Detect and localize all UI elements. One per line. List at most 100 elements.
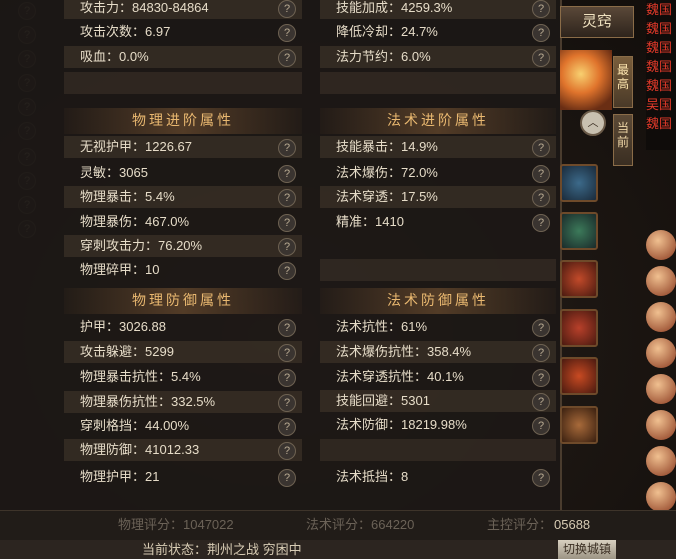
help-icon[interactable]: ? <box>532 189 550 207</box>
stat-label: 穿刺格挡：44.00% <box>80 418 190 433</box>
stat-row: 精准：1410 ? <box>320 211 556 233</box>
empty-row <box>320 72 556 94</box>
server-item[interactable]: 吴国 <box>646 95 676 114</box>
stat-label: 攻击次数：6.97 <box>80 24 171 39</box>
help-icon[interactable]: ? <box>278 344 296 362</box>
help-icon[interactable]: ? <box>532 469 550 487</box>
stat-row: 攻击力：84830-84864 ? <box>64 0 302 19</box>
skill-icon[interactable] <box>560 309 598 347</box>
stat-label: 技能暴击：14.9% <box>336 139 438 154</box>
switch-city-button[interactable]: 切换城镇 <box>558 540 616 559</box>
stat-row: 降低冷却：24.7% ? <box>320 21 556 43</box>
empty-row <box>320 439 556 461</box>
stat-label: 无视护甲：1226.67 <box>80 139 192 154</box>
help-icon[interactable]: ? <box>278 24 296 42</box>
help-icon[interactable]: ? <box>278 214 296 232</box>
help-icon[interactable]: ? <box>278 319 296 337</box>
help-icon[interactable]: ? <box>278 418 296 436</box>
tab-current[interactable]: 当前 <box>613 114 633 166</box>
stat-row: 攻击躲避：5299 ? <box>64 341 302 363</box>
stat-row: 灵敏：3065 ? <box>64 162 302 184</box>
help-icon[interactable]: ? <box>532 319 550 337</box>
server-item[interactable]: 魏国 <box>646 19 676 38</box>
help-icon[interactable]: ? <box>278 394 296 412</box>
help-icon[interactable]: ? <box>278 165 296 183</box>
help-icon[interactable]: ? <box>532 393 550 411</box>
skill-icon[interactable] <box>560 260 598 298</box>
stat-label: 攻击躲避：5299 <box>80 344 174 359</box>
stat-label: 穿刺攻击力：76.20% <box>80 238 203 253</box>
help-icon[interactable]: ? <box>278 262 296 280</box>
stat-label: 法术抗性：61% <box>336 319 428 334</box>
stat-row: 技能回避：5301 ? <box>320 390 556 412</box>
skill-icon[interactable] <box>560 406 598 444</box>
attribute-panel: 攻击力：84830-84864 ? 攻击次数：6.97 ? 吸血：0.0% ? … <box>0 0 562 510</box>
chevron-up-icon[interactable]: ︿ <box>580 110 606 136</box>
stat-row: 物理暴伤抗性：332.5% ? <box>64 391 302 413</box>
avatar[interactable] <box>646 482 676 512</box>
help-icon[interactable]: ? <box>278 238 296 256</box>
stat-label: 法术穿透抗性：40.1% <box>336 369 464 384</box>
help-icon[interactable]: ? <box>532 344 550 362</box>
physical-power: 物理评分：1047022 <box>118 517 234 532</box>
avatar[interactable] <box>646 266 676 296</box>
help-icon[interactable]: ? <box>278 442 296 460</box>
stat-row: 穿刺攻击力：76.20% ? <box>64 235 302 257</box>
help-icon[interactable]: ? <box>532 24 550 42</box>
stat-label: 法术防御：18219.98% <box>336 417 467 432</box>
stat-row: 法术爆伤：72.0% ? <box>320 162 556 184</box>
help-icon[interactable]: ? <box>532 49 550 67</box>
stat-label: 物理暴击抗性：5.4% <box>80 369 201 384</box>
help-icon[interactable]: ? <box>278 369 296 387</box>
stat-row: 法术穿透：17.5% ? <box>320 186 556 208</box>
stat-label: 物理防御：41012.33 <box>80 442 200 457</box>
player-avatar-list <box>646 230 676 518</box>
help-icon[interactable]: ? <box>532 417 550 435</box>
server-item[interactable]: 魏国 <box>646 57 676 76</box>
stat-label: 物理碎甲：10 <box>80 262 160 277</box>
avatar[interactable] <box>646 338 676 368</box>
help-icon[interactable]: ? <box>278 49 296 67</box>
avatar[interactable] <box>646 374 676 404</box>
help-icon[interactable]: ? <box>532 214 550 232</box>
avatar[interactable] <box>646 446 676 476</box>
power-summary-bar: 物理评分：1047022 法术评分：664220 主控评分： 05688 <box>0 510 676 541</box>
server-item[interactable]: 魏国 <box>646 76 676 95</box>
skill-icon[interactable] <box>560 357 598 395</box>
help-icon[interactable]: ? <box>278 139 296 157</box>
server-item[interactable]: 魏国 <box>646 114 676 133</box>
help-icon[interactable]: ? <box>278 0 296 18</box>
avatar[interactable] <box>646 410 676 440</box>
skill-icon[interactable] <box>560 164 598 202</box>
section-title-magic-defense: 法术防御属性 <box>320 288 556 314</box>
server-item[interactable]: 魏国 <box>646 0 676 19</box>
help-icon[interactable]: ? <box>532 165 550 183</box>
server-list: 魏国 魏国 魏国 魏国 魏国 吴国 魏国 <box>646 0 676 150</box>
character-art <box>560 50 612 110</box>
stat-label: 物理护甲：21 <box>80 469 160 484</box>
magic-power: 法术评分：664220 <box>306 517 415 532</box>
stat-row: 物理暴击抗性：5.4% ? <box>64 366 302 388</box>
stat-label: 精准：1410 <box>336 214 404 229</box>
avatar[interactable] <box>646 230 676 260</box>
lingqiao-button[interactable]: 灵窍 <box>560 6 634 38</box>
section-title-magic-advanced: 法术进阶属性 <box>320 108 556 134</box>
help-icon[interactable]: ? <box>532 0 550 18</box>
stat-label: 护甲：3026.88 <box>80 319 166 334</box>
help-icon[interactable]: ? <box>532 139 550 157</box>
avatar[interactable] <box>646 302 676 332</box>
help-icon[interactable]: ? <box>278 189 296 207</box>
tab-highest[interactable]: 最高 <box>613 56 633 108</box>
stat-row: 护甲：3026.88 ? <box>64 316 302 338</box>
stat-label: 法术爆伤：72.0% <box>336 165 438 180</box>
stat-row: 物理碎甲：10 ? <box>64 259 302 281</box>
server-item[interactable]: 魏国 <box>646 38 676 57</box>
stat-label: 技能加成：4259.3% <box>336 0 453 15</box>
stat-row: 法术穿透抗性：40.1% ? <box>320 366 556 388</box>
help-icon[interactable]: ? <box>278 469 296 487</box>
help-icon[interactable]: ? <box>532 369 550 387</box>
stat-label: 降低冷却：24.7% <box>336 24 438 39</box>
skill-icon[interactable] <box>560 212 598 250</box>
stat-label: 法力节约：6.0% <box>336 49 431 64</box>
stat-label: 法术爆伤抗性：358.4% <box>336 344 472 359</box>
